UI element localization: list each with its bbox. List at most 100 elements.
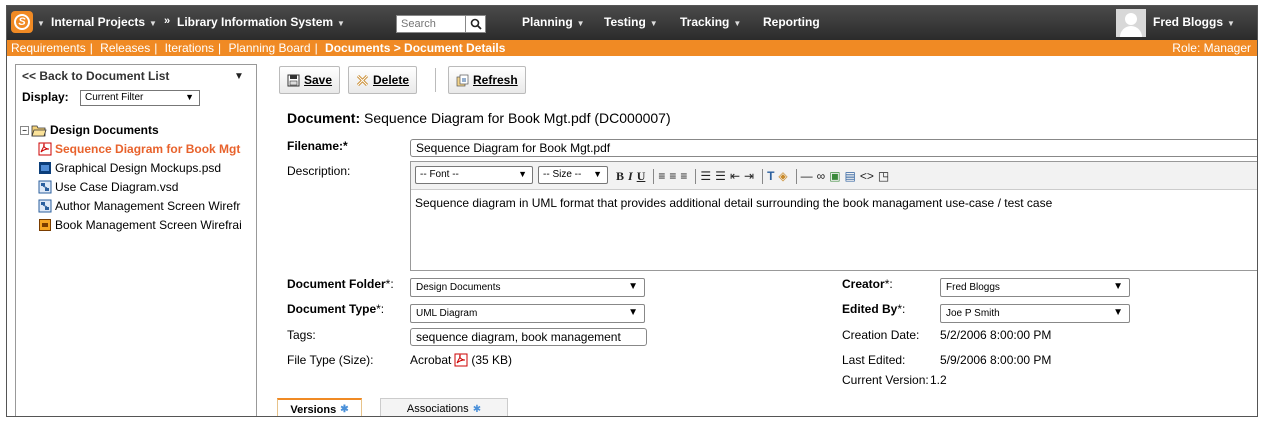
search-button[interactable] [466,15,486,33]
pdf-icon [38,142,52,156]
panel-dropdown-icon[interactable]: ▼ [234,71,244,82]
current-version-value: 1.2 [930,373,947,387]
tab-versions[interactable]: Versions ✱ [277,398,362,416]
bullet-list-icon[interactable]: ☰ [715,169,726,183]
horizontal-rule-icon[interactable]: — [801,169,813,183]
current-version-label: Current Version: [842,373,929,387]
italic-icon[interactable]: I [628,169,633,184]
size-select[interactable]: -- Size -- ▼ [538,166,608,184]
tree-item-label: Use Case Diagram.vsd [55,180,179,194]
font-select-value: -- Font -- [420,169,459,180]
creation-date-value: 5/2/2006 8:00:00 PM [940,328,1052,342]
back-to-list-link[interactable]: << Back to Document List [22,69,169,83]
tree-item-label: Graphical Design Mockups.psd [55,161,222,175]
numbered-list-icon[interactable]: ☰ [700,169,711,183]
table-icon[interactable]: ▤ [845,169,856,183]
document-folder-label: Document Folder*: [287,277,394,291]
filename-field[interactable]: Sequence Diagram for Book Mgt.pdf [410,139,1257,157]
editor-toolbar: -- Font -- ▼ -- Size -- ▼ B I U ≡ ≡ ≡ ☰ ☰ … [411,162,1257,190]
pdf-icon [454,353,468,367]
display-filter-select[interactable]: Current Filter ▼ [80,90,200,106]
chevron-down-icon: ▼ [628,307,638,318]
chevron-down-icon: ▼ [185,92,194,102]
creator-label: Creator*: [842,277,893,291]
tree-item-sequence-diagram[interactable]: Sequence Diagram for Book Mgt [38,142,240,156]
delete-button[interactable]: Delete [348,66,418,94]
spira-logo-icon[interactable]: S [11,11,33,33]
chevron-down-icon: ▼ [1113,281,1123,292]
collapse-icon[interactable]: − [20,125,29,135]
product-menu[interactable]: Library Information System ▼ [177,15,345,29]
display-label: Display: [22,90,69,104]
file-type-name: Acrobat [410,353,452,367]
menu-tracking[interactable]: Tracking ▼ [680,15,741,29]
save-button[interactable]: Save [279,66,341,94]
link-releases[interactable]: Releases [100,41,150,55]
tab-label: Versions [290,403,337,416]
refresh-button[interactable]: Refresh [448,66,526,94]
folder-node[interactable]: − Design Documents [20,123,159,137]
delete-label: Delete [373,73,410,87]
indent-icon[interactable]: ⇥ [744,169,754,183]
tree-item-book-wireframe[interactable]: Book Management Screen Wirefrai [38,218,242,232]
edited-by-select[interactable]: Joe P Smith ▼ [940,304,1130,323]
menu-reporting[interactable]: Reporting [763,15,820,29]
tree-item-graphical-mockups[interactable]: Graphical Design Mockups.psd [38,161,221,175]
user-menu[interactable]: Fred Bloggs ▼ [1153,15,1235,29]
align-left-icon[interactable]: ≡ [658,169,665,183]
project-menu[interactable]: Internal Projects ▼ [51,15,157,29]
description-label: Description: [287,164,351,178]
file-type-value: Acrobat (35 KB) [410,353,512,367]
align-right-icon[interactable]: ≡ [680,169,687,183]
vsd-icon [38,180,52,194]
last-edited-value: 5/9/2006 8:00:00 PM [940,353,1052,367]
breadcrumb-arrow: » [164,15,171,27]
chevron-down-icon: ▼ [593,169,602,179]
edited-by-value: Joe P Smith [946,308,1000,319]
app-window: S ▼ Internal Projects ▼ » Library Informa… [6,5,1258,417]
link-iterations[interactable]: Iterations [165,41,214,55]
document-details: Save Delete Refresh Document: Sequence D… [265,64,1257,416]
page-title: Document: Sequence Diagram for Book Mgt.… [287,110,671,126]
description-text[interactable]: Sequence diagram in UML format that prov… [415,196,1052,210]
menu-testing[interactable]: Testing ▼ [604,15,658,29]
description-editor[interactable]: -- Font -- ▼ -- Size -- ▼ B I U ≡ ≡ ≡ ☰ ☰ … [410,161,1257,271]
image-icon[interactable]: ▣ [829,169,840,183]
search-input[interactable] [396,15,466,33]
logo-chevron-down-icon[interactable]: ▼ [37,19,45,28]
document-folder-select[interactable]: Design Documents ▼ [410,278,645,297]
source-code-icon[interactable]: <> [860,169,874,183]
user-avatar[interactable] [1116,9,1146,37]
align-center-icon[interactable]: ≡ [669,169,676,183]
outdent-icon[interactable]: ⇤ [730,169,740,183]
ai-icon [39,219,51,231]
link-icon[interactable]: ∞ [817,169,826,183]
detail-tabs: Versions ✱ Associations ✱ [277,398,1257,416]
tree-item-label: Author Management Screen Wirefr [55,199,241,213]
top-navbar: S ▼ Internal Projects ▼ » Library Informa… [7,6,1257,40]
font-select[interactable]: -- Font -- ▼ [415,166,533,184]
file-size: (35 KB) [471,353,513,367]
bold-icon[interactable]: B [616,169,624,184]
star-icon: ✱ [340,404,349,415]
document-folder-value: Design Documents [416,282,501,293]
tab-associations[interactable]: Associations ✱ [380,398,508,416]
display-filter-value: Current Filter [85,92,144,103]
chevron-down-icon: ▼ [1113,307,1123,318]
link-requirements[interactable]: Requirements [11,41,86,55]
creator-select[interactable]: Fred Bloggs ▼ [940,278,1130,297]
file-type-label: File Type (Size): [287,353,374,367]
fullscreen-icon[interactable]: ◳ [878,169,889,183]
vsd-icon [38,199,52,213]
document-type-select[interactable]: UML Diagram ▼ [410,304,645,323]
link-planning-board[interactable]: Planning Board [229,41,311,55]
chevron-down-icon: ▼ [518,169,527,179]
menu-planning[interactable]: Planning ▼ [522,15,585,29]
highlight-color-icon[interactable]: ◈ [778,169,787,183]
tree-item-author-wireframe[interactable]: Author Management Screen Wirefr [38,199,240,213]
breadcrumb[interactable]: Documents > Document Details [325,41,505,55]
underline-icon[interactable]: U [637,169,646,184]
tree-item-use-case[interactable]: Use Case Diagram.vsd [38,180,178,194]
text-color-icon[interactable]: T [767,169,774,183]
tags-field[interactable]: sequence diagram, book management [410,328,647,346]
